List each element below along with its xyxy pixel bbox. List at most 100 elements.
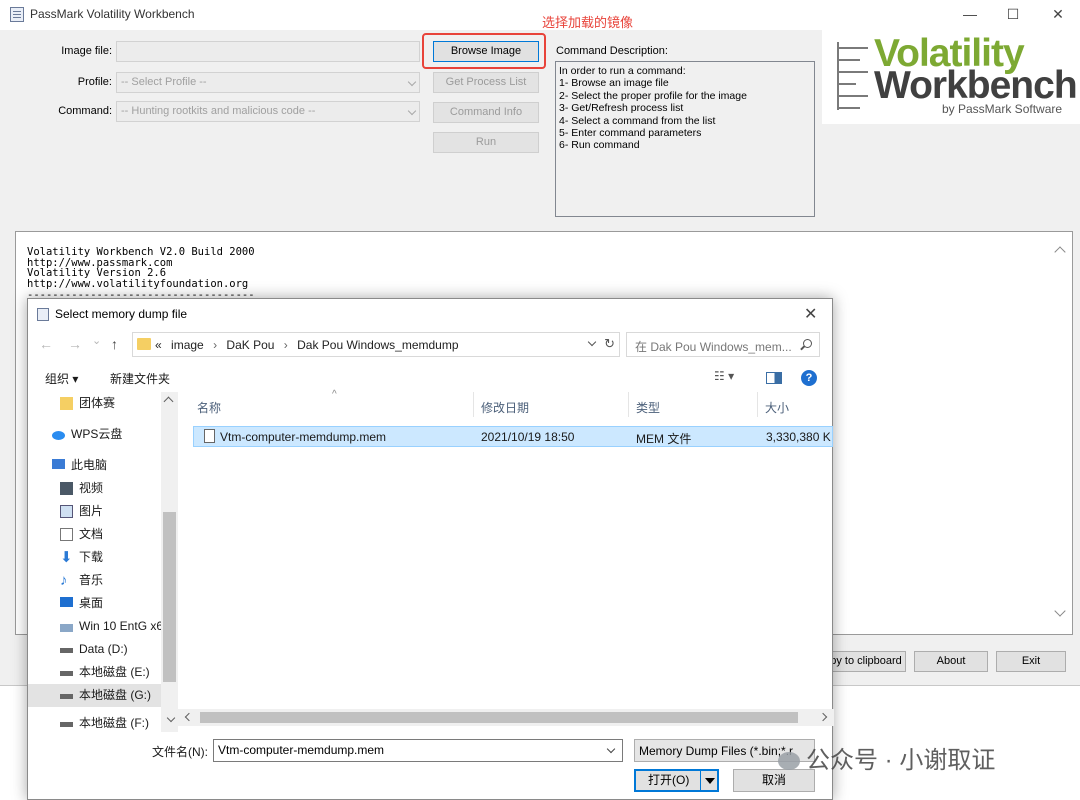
command-description-box: In order to run a command: 1- Browse an …: [555, 61, 815, 217]
nav-item-label: 团体赛: [79, 396, 116, 410]
command-info-button[interactable]: Command Info: [433, 102, 539, 123]
chevron-down-icon[interactable]: [606, 744, 616, 754]
file-type-value: Memory Dump Files (*.bin;*.r: [639, 744, 794, 758]
scroll-left-icon[interactable]: [184, 712, 194, 722]
app-icon: [10, 7, 24, 22]
annotation-text: 选择加载的镜像: [542, 15, 634, 30]
watermark-text: 公众号 · 小谢取证: [806, 747, 996, 774]
scroll-down-icon[interactable]: [1054, 605, 1066, 617]
select-file-dialog: Select memory dump file ✕ ← → ⌄ ↑ « imag…: [27, 298, 834, 800]
network-drive-icon: [60, 624, 73, 632]
view-options-icon[interactable]: ☷ ▾: [714, 369, 734, 383]
scroll-up-icon[interactable]: [1054, 246, 1066, 258]
help-icon[interactable]: ?: [801, 370, 817, 386]
nav-item[interactable]: 图片: [28, 500, 178, 523]
filename-value: Vtm-computer-memdump.mem: [218, 743, 385, 757]
close-button[interactable]: ✕: [1043, 4, 1073, 24]
nav-item[interactable]: 团体赛: [28, 392, 178, 415]
drive-icon: [60, 694, 73, 699]
video-icon: [60, 482, 73, 495]
dialog-app-icon: [37, 308, 49, 321]
column-header-modified[interactable]: 修改日期: [481, 399, 529, 416]
profile-select[interactable]: -- Select Profile --: [116, 72, 420, 93]
recent-locations-icon[interactable]: ⌄: [92, 334, 101, 347]
nav-item[interactable]: WPS云盘: [28, 423, 178, 446]
breadcrumb-item[interactable]: Dak Pou Windows_memdump: [297, 338, 458, 352]
scrollbar-thumb[interactable]: [163, 512, 176, 682]
nav-item[interactable]: 本地磁盘 (F:): [28, 712, 178, 732]
organize-menu[interactable]: 组织 ▾: [45, 370, 78, 387]
nav-item-label: 本地磁盘 (E:): [79, 665, 150, 679]
dialog-close-button[interactable]: ✕: [804, 304, 817, 324]
file-list-horizontal-scrollbar[interactable]: [178, 709, 834, 726]
get-process-list-button[interactable]: Get Process List: [433, 72, 539, 93]
breadcrumb: « image › DaK Pou › Dak Pou Windows_memd…: [155, 338, 465, 352]
cloud-icon: [52, 431, 65, 440]
about-button[interactable]: About: [914, 651, 988, 672]
file-list-row[interactable]: Vtm-computer-memdump.mem 2021/10/19 18:5…: [193, 426, 833, 447]
column-header-size[interactable]: 大小: [765, 399, 789, 416]
nav-item[interactable]: Data (D:): [28, 638, 178, 661]
chevron-down-icon[interactable]: [587, 337, 597, 347]
nav-item[interactable]: Win 10 EntG x6: [28, 615, 178, 638]
computer-icon: [52, 459, 65, 469]
refresh-icon[interactable]: ↻: [604, 336, 615, 352]
nav-item-label: 本地磁盘 (G:): [79, 688, 151, 702]
drive-icon: [60, 722, 73, 727]
nav-pane-scrollbar[interactable]: [161, 392, 178, 732]
exit-button[interactable]: Exit: [996, 651, 1066, 672]
column-divider[interactable]: [473, 392, 474, 417]
filename-input[interactable]: Vtm-computer-memdump.mem: [213, 739, 623, 762]
breadcrumb-overflow[interactable]: «: [155, 338, 162, 352]
window-title: PassMark Volatility Workbench: [30, 7, 195, 21]
nav-item[interactable]: ⬇ 下载: [28, 546, 178, 569]
back-arrow-icon[interactable]: ←: [39, 336, 53, 352]
desc-line: 6- Run command: [559, 139, 640, 152]
profile-select-value: -- Select Profile --: [121, 76, 207, 88]
folder-icon: [137, 338, 151, 350]
desc-line: 4- Select a command from the list: [559, 114, 716, 127]
file-size: 3,330,380 K: [766, 430, 831, 444]
breadcrumb-item[interactable]: image: [171, 338, 204, 352]
desc-line: In order to run a command:: [559, 65, 686, 77]
file-modified: 2021/10/19 18:50: [481, 430, 575, 444]
column-divider[interactable]: [628, 392, 629, 417]
run-button[interactable]: Run: [433, 132, 539, 153]
column-header-type[interactable]: 类型: [636, 399, 660, 416]
column-header-name[interactable]: 名称: [197, 399, 221, 416]
scroll-up-icon[interactable]: [163, 396, 174, 407]
breadcrumb-item[interactable]: DaK Pou: [226, 338, 274, 352]
minimize-button[interactable]: —: [955, 4, 985, 24]
open-button[interactable]: 打开(O): [634, 769, 705, 792]
command-select[interactable]: -- Hunting rootkits and malicious code -…: [116, 101, 420, 122]
maximize-button[interactable]: ☐: [998, 4, 1028, 24]
volatility-workbench-logo: Volatility Workbench by PassMark Softwar…: [822, 28, 1080, 124]
nav-item-selected[interactable]: 本地磁盘 (G:): [28, 684, 178, 707]
column-divider[interactable]: [757, 392, 758, 417]
watermark: 公众号 · 小谢取证: [778, 740, 995, 775]
nav-item-label: WPS云盘: [71, 427, 123, 441]
image-file-input[interactable]: [116, 41, 420, 62]
navigation-pane: 团体赛 WPS云盘 此电脑 视频 图片 文档 ⬇ 下载 ♪ 音乐 桌面 Win …: [28, 392, 178, 732]
open-options-dropdown[interactable]: [700, 769, 719, 792]
scrollbar-thumb[interactable]: [200, 712, 798, 723]
breadcrumb-separator: ›: [283, 338, 288, 352]
up-folder-icon[interactable]: ↑: [111, 336, 118, 352]
document-icon: [60, 528, 73, 541]
search-input[interactable]: 在 Dak Pou Windows_mem...: [626, 332, 820, 357]
nav-item[interactable]: 桌面: [28, 592, 178, 615]
nav-item[interactable]: 视频: [28, 477, 178, 500]
scroll-right-icon[interactable]: [818, 712, 828, 722]
preview-pane-icon[interactable]: [766, 372, 782, 384]
logo-tree-graphic: [837, 42, 868, 110]
address-bar[interactable]: « image › DaK Pou › Dak Pou Windows_memd…: [132, 332, 620, 357]
nav-item[interactable]: 文档: [28, 523, 178, 546]
nav-item-label: 桌面: [79, 596, 104, 610]
nav-item[interactable]: 本地磁盘 (E:): [28, 661, 178, 684]
filename-label: 文件名(N):: [152, 745, 208, 759]
nav-item[interactable]: ♪ 音乐: [28, 569, 178, 592]
nav-item[interactable]: 此电脑: [28, 454, 178, 477]
forward-arrow-icon[interactable]: →: [68, 336, 82, 352]
new-folder-button[interactable]: 新建文件夹: [110, 370, 170, 387]
output-text: Volatility Workbench V2.0 Build 2000 http…: [27, 247, 255, 301]
